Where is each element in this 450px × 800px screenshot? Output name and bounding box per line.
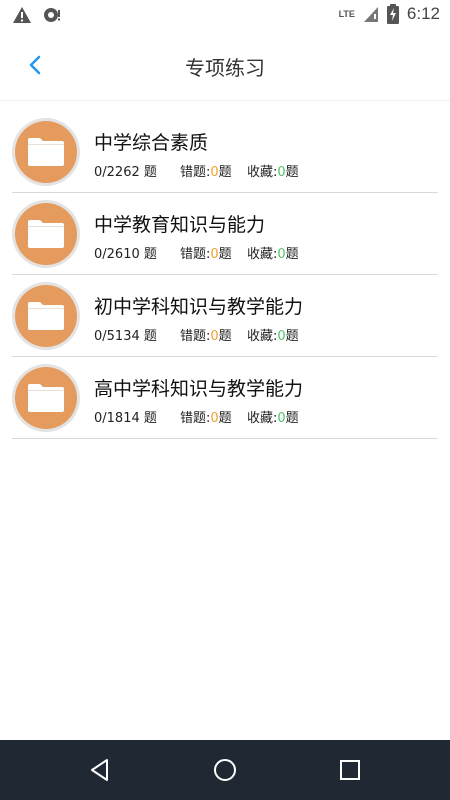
wrong-label: 错题: <box>180 411 211 426</box>
home-circle-icon <box>214 759 236 781</box>
item-meta: 0/2262 题错题:0题 收藏:0题 <box>94 161 299 180</box>
list-item[interactable]: 高中学科知识与教学能力 0/1814 题错题:0题 收藏:0题 <box>12 358 438 439</box>
page-title: 专项练习 <box>185 56 265 80</box>
fav-label: 收藏: <box>247 329 278 344</box>
wrong-label: 错题: <box>180 329 211 344</box>
back-triangle-icon <box>91 759 108 781</box>
recents-square-icon <box>340 760 360 780</box>
wrong-count: 0 <box>210 411 219 426</box>
nav-recents-button[interactable] <box>335 755 365 785</box>
wrong-unit: 题 <box>218 247 232 262</box>
nav-back-button[interactable] <box>85 755 115 785</box>
progress-count: 0/1814 题 <box>94 411 157 426</box>
progress-count: 0/2610 题 <box>94 247 157 262</box>
fav-count-group: 收藏:0题 <box>247 165 299 180</box>
wrong-count: 0 <box>210 329 219 344</box>
fav-label: 收藏: <box>247 411 278 426</box>
signal-icon <box>363 7 378 22</box>
header: 专项练习 <box>0 30 450 101</box>
progress-count: 0/2262 题 <box>94 165 157 180</box>
warning-icon <box>13 7 31 23</box>
wrong-label: 错题: <box>180 165 211 180</box>
folder-icon <box>28 302 64 330</box>
wrong-count-group: 错题:0题 <box>180 161 247 180</box>
fav-count: 0 <box>277 411 286 426</box>
fav-count-group: 收藏:0题 <box>247 329 299 344</box>
fav-count-group: 收藏:0题 <box>247 411 299 426</box>
folder-icon <box>28 220 64 248</box>
wrong-count-group: 错题:0题 <box>180 407 247 426</box>
item-meta: 0/2610 题错题:0题 收藏:0题 <box>94 243 299 262</box>
list-item[interactable]: 中学综合素质 0/2262 题错题:0题 收藏:0题 <box>12 112 438 193</box>
avatar <box>12 364 80 432</box>
nav-home-button[interactable] <box>210 755 240 785</box>
wrong-count: 0 <box>210 165 219 180</box>
wrong-label: 错题: <box>180 247 211 262</box>
fav-unit: 题 <box>285 247 299 262</box>
avatar <box>12 200 80 268</box>
progress-count: 0/5134 题 <box>94 329 157 344</box>
fav-count-group: 收藏:0题 <box>247 247 299 262</box>
item-meta: 0/5134 题错题:0题 收藏:0题 <box>94 325 299 344</box>
sync-icon <box>44 8 60 22</box>
fav-count: 0 <box>277 247 286 262</box>
category-list: 中学综合素质 0/2262 题错题:0题 收藏:0题 中学教育知识与能力 0/26… <box>12 112 438 440</box>
avatar <box>12 118 80 186</box>
wrong-unit: 题 <box>218 165 232 180</box>
item-title: 中学教育知识与能力 <box>94 214 266 236</box>
fav-unit: 题 <box>285 329 299 344</box>
clock: 6:12 <box>406 4 440 23</box>
wrong-unit: 题 <box>218 329 232 344</box>
wrong-count-group: 错题:0题 <box>180 243 247 262</box>
fav-unit: 题 <box>285 411 299 426</box>
battery-icon <box>386 4 399 24</box>
navigation-bar <box>0 740 450 800</box>
fav-count: 0 <box>277 165 286 180</box>
item-title: 中学综合素质 <box>94 132 209 154</box>
network-type-label: LTE <box>338 9 355 19</box>
folder-icon <box>28 384 64 412</box>
wrong-unit: 题 <box>218 411 232 426</box>
wrong-count-group: 错题:0题 <box>180 325 247 344</box>
fav-count: 0 <box>277 329 286 344</box>
fav-label: 收藏: <box>247 165 278 180</box>
item-title: 高中学科知识与教学能力 <box>94 378 304 400</box>
fav-unit: 题 <box>285 165 299 180</box>
list-item[interactable]: 中学教育知识与能力 0/2610 题错题:0题 收藏:0题 <box>12 194 438 275</box>
item-meta: 0/1814 题错题:0题 收藏:0题 <box>94 407 299 426</box>
status-bar: LTE 6:12 <box>0 0 450 30</box>
fav-label: 收藏: <box>247 247 278 262</box>
wrong-count: 0 <box>210 247 219 262</box>
list-item[interactable]: 初中学科知识与教学能力 0/5134 题错题:0题 收藏:0题 <box>12 276 438 357</box>
avatar <box>12 282 80 350</box>
folder-icon <box>28 138 64 166</box>
item-title: 初中学科知识与教学能力 <box>94 296 304 318</box>
